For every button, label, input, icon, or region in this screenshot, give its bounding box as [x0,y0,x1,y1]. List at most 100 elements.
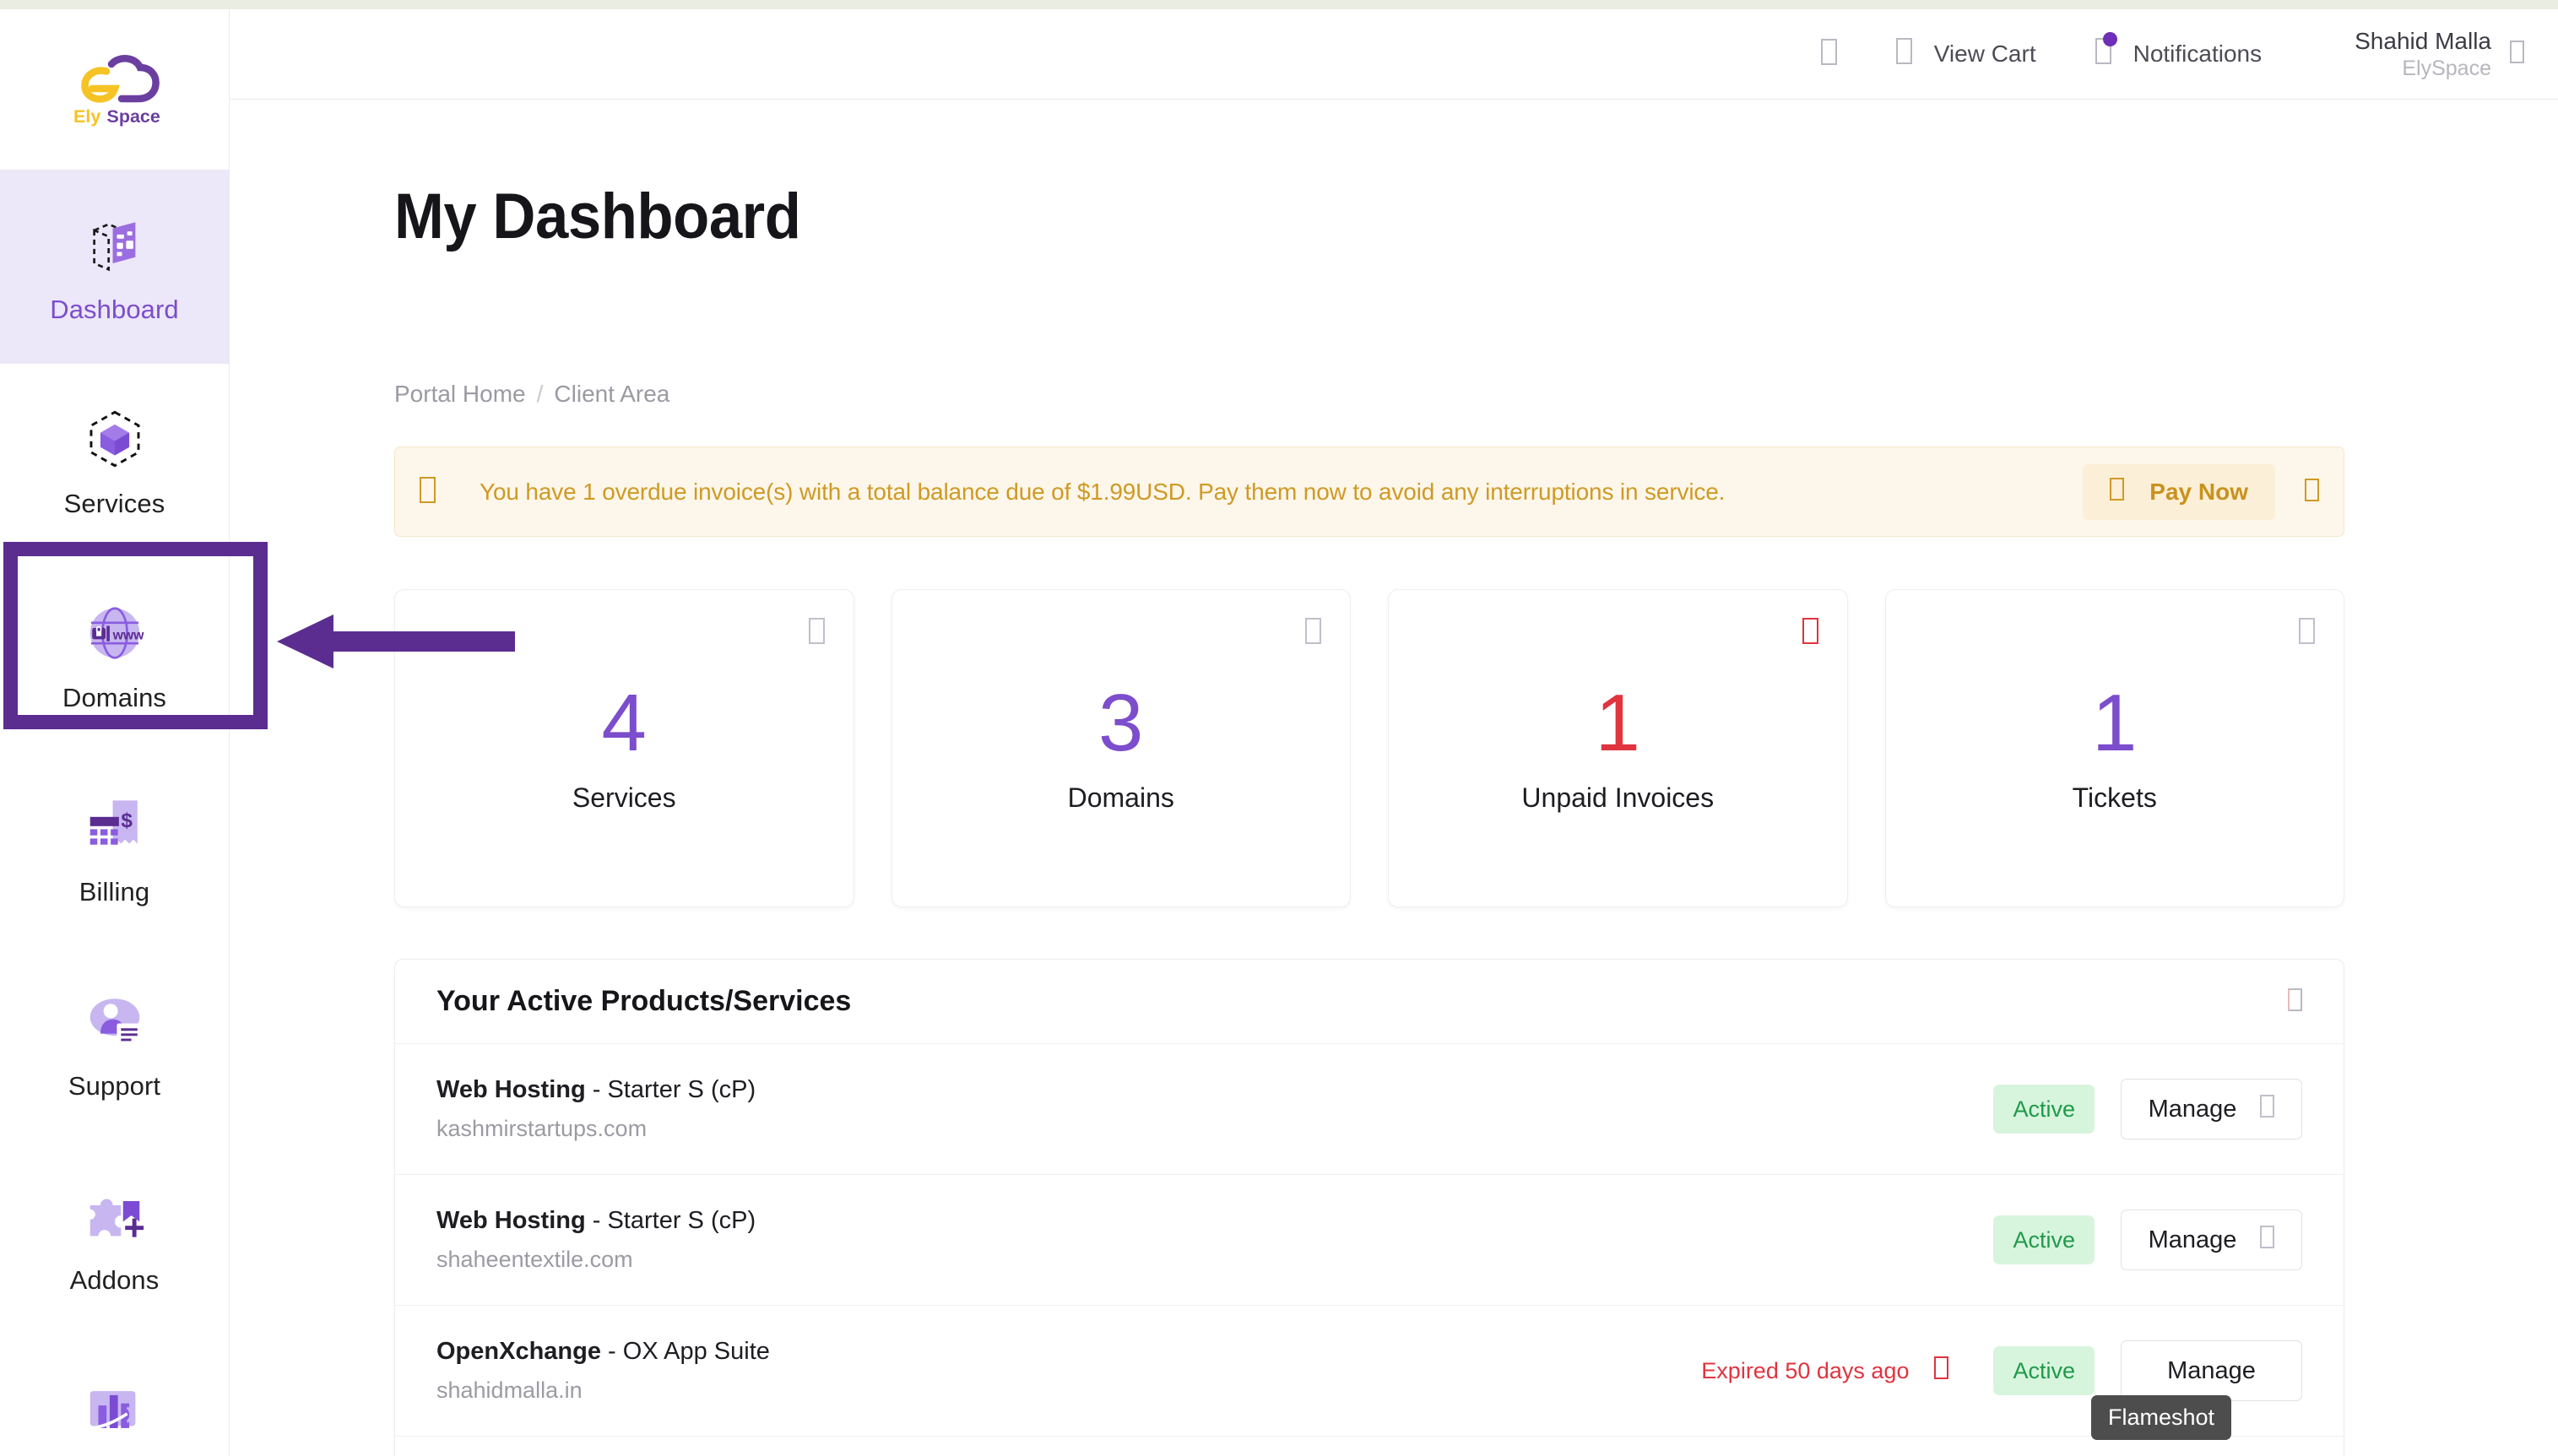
manage-button[interactable]: Manage [2121,1340,2302,1401]
globe-icon [1305,618,1321,648]
sidebar-item-label: Domains [62,682,167,712]
cloud-e-logo-icon: Ely Space [73,55,160,127]
sidebar-item-label: Addons [69,1264,160,1295]
table-row[interactable]: Web Hosting - Starter S (cP) kashmirstar… [395,1044,2344,1175]
status-badge: Active [1993,1215,2095,1264]
page-title: My Dashboard [394,181,801,252]
user-name: Shahid Malla [2355,28,2491,55]
credit-card-icon [2110,477,2125,506]
sidebar-item-services[interactable]: Services [0,364,229,558]
ticket-icon [2299,618,2315,648]
product-domain: kashmirstartups.com [436,1116,648,1141]
manage-label: Manage [2148,1095,2237,1123]
invoice-icon [1802,618,1818,648]
table-row[interactable]: OpenXchange - OX App Suite shahidmalla.i… [395,1306,2344,1437]
product-domain: shahidmalla.in [436,1378,583,1403]
stat-cards: 4 Services 3 Domains 1 Unpaid Invoices 1… [394,589,2344,907]
cube-hexagon-icon [89,410,139,467]
sidebar-item-label: Support [68,1070,161,1101]
table-row[interactable]: UK Web Hosting - Plan S [395,1437,2344,1456]
bell-icon [2095,32,2117,70]
product-plan: - OX App Suite [601,1338,770,1365]
sidebar-item-dashboard[interactable]: Dashboard [0,170,229,364]
dashboard-cards-icon [92,221,135,271]
user-menu[interactable]: Shahid Malla ElySpace [2355,29,2524,79]
stat-card-unpaid-invoices[interactable]: 1 Unpaid Invoices [1388,589,1848,907]
pay-now-button[interactable]: Pay Now [2083,463,2275,520]
brand-logo[interactable]: Ely Space [0,9,229,170]
view-cart-button[interactable]: View Cart [1895,38,2036,70]
sidebar-item-label: Billing [79,876,150,907]
sidebar: Ely Space Dashboard Services www Domains… [0,9,230,1456]
chevron-right-icon [2260,1225,2275,1255]
manage-button[interactable]: Manage [2121,1079,2302,1139]
stat-label: Services [572,782,676,813]
puzzle-plus-icon [89,1199,144,1237]
support-agent-icon [89,998,142,1046]
manage-button[interactable]: Manage [2121,1210,2302,1270]
close-icon[interactable] [2305,478,2319,506]
product-plan: - Starter S (cP) [585,1076,756,1103]
invoice-dollar-icon: $ [89,799,138,845]
expired-notice: Expired 50 days ago [1701,1356,1949,1385]
product-name: Web Hosting [436,1207,586,1234]
product-domain: shaheentextile.com [436,1247,633,1272]
apps-grid-icon[interactable] [1820,39,1837,69]
shopping-cart-icon [1895,38,1912,70]
sidebar-item-label: Services [63,488,165,518]
stat-label: Domains [1067,782,1174,813]
notifications-label: Notifications [2133,41,2263,67]
list-icon[interactable] [2288,988,2302,1015]
breadcrumb-portal-home[interactable]: Portal Home [394,381,526,408]
breadcrumb: Portal Home / Client Area [394,381,669,408]
alert-message: You have 1 overdue invoice(s) with a tot… [480,478,1726,505]
globe-www-lock-icon: www [89,606,144,659]
stat-card-tickets[interactable]: 1 Tickets [1884,589,2344,907]
manage-label: Manage [2148,1226,2237,1253]
sidebar-item-addons[interactable]: Addons [0,1140,229,1334]
sidebar-item-affiliates[interactable]: Affiliates [0,1334,229,1456]
sidebar-item-support[interactable]: Support [0,946,229,1140]
status-badge: Active [1993,1346,2095,1395]
product-name: OpenXchange [436,1338,601,1365]
svg-text:$: $ [121,809,133,832]
sidebar-item-domains[interactable]: www Domains [0,558,229,752]
table-row[interactable]: Web Hosting - Starter S (cP) shaheentext… [395,1175,2344,1306]
breadcrumb-client-area[interactable]: Client Area [554,381,669,408]
stat-card-domains[interactable]: 3 Domains [891,589,1351,907]
notification-dot [2102,32,2117,46]
app-root: Ely Space Dashboard Services www Domains… [0,0,2558,1456]
panel-title: Your Active Products/Services [436,985,852,1017]
notifications-button[interactable]: Notifications [2095,32,2263,70]
chevron-right-icon [2260,1094,2275,1124]
top-header: View Cart Notifications Shahid Malla Ely… [230,9,2558,100]
panel-header: Your Active Products/Services [395,960,2344,1044]
status-badge: Active [1993,1085,2095,1134]
flameshot-tooltip: Flameshot [2091,1395,2232,1440]
sidebar-item-label: Dashboard [50,294,179,324]
svg-text:Space: Space [107,106,160,127]
pay-now-label: Pay Now [2149,478,2248,505]
stat-value: 4 [601,678,647,768]
alert-icon [1934,1356,1949,1385]
sidebar-item-billing[interactable]: $ Billing [0,752,229,946]
main-content: My Dashboard Portal Home / Client Area Y… [230,100,2558,1456]
warning-icon [420,476,436,507]
user-org: ElySpace [2402,56,2491,80]
bar-chart-icon [89,1390,135,1430]
breadcrumb-separator: / [536,381,544,407]
expired-text: Expired 50 days ago [1701,1357,1910,1383]
stat-value: 1 [1595,678,1640,768]
stat-value: 1 [2092,678,2138,768]
svg-text:www: www [111,628,144,642]
stat-card-services[interactable]: 4 Services [394,589,854,907]
product-name: Web Hosting [436,1076,586,1103]
product-plan: - Starter S (cP) [585,1207,756,1234]
svg-text:Ely: Ely [73,106,100,127]
view-cart-label: View Cart [1933,41,2036,67]
overdue-invoice-alert: You have 1 overdue invoice(s) with a tot… [394,447,2344,537]
chevron-down-icon [2510,40,2524,68]
cube-icon [808,618,825,648]
manage-label: Manage [2167,1356,2256,1384]
stat-label: Unpaid Invoices [1521,782,1715,813]
